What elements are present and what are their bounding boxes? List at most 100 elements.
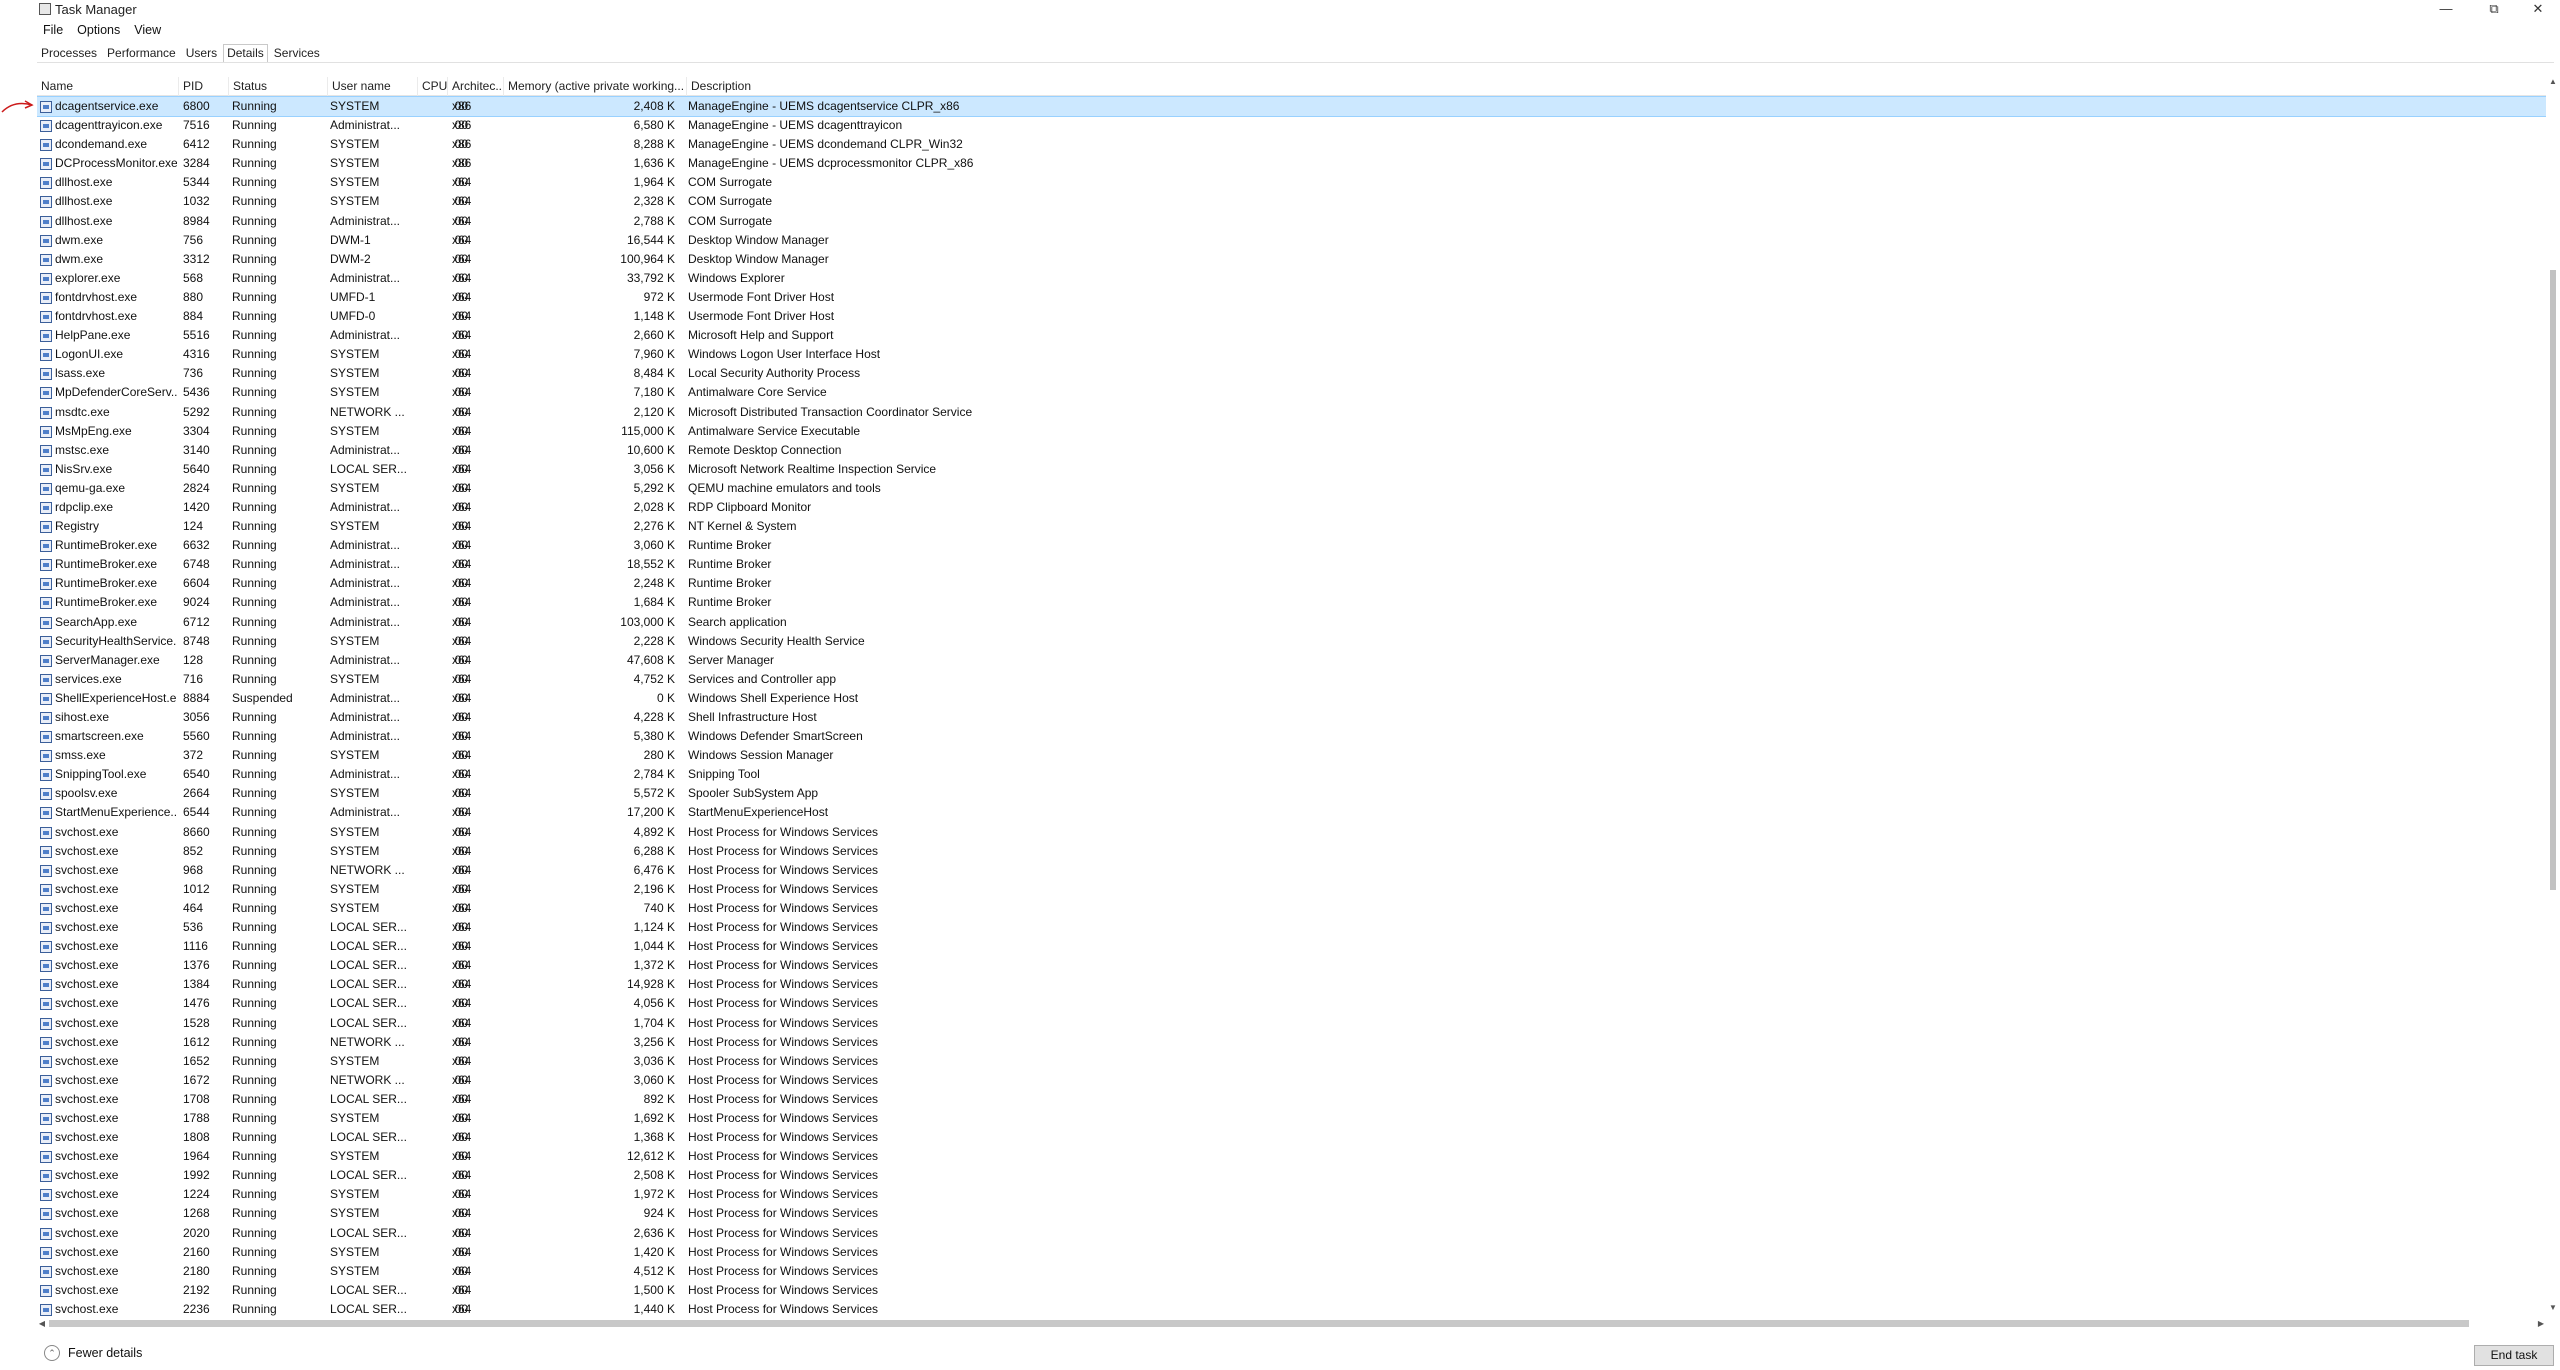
menu-file[interactable]: File — [36, 21, 70, 39]
col-header-name[interactable]: Name — [37, 77, 179, 96]
table-row[interactable]: dwm.exe 756 Running DWM-1 00 x64 16,544 K Deskt… — [37, 231, 2546, 250]
table-row[interactable]: dcagenttrayicon.exe 7516 Running Administra… — [37, 116, 2546, 135]
col-header-architecture[interactable]: Architec... — [448, 77, 504, 96]
fewer-details-button[interactable]: ⌃ Fewer details — [44, 1345, 142, 1361]
table-row[interactable]: fontdrvhost.exe 880 Running UMFD-1 00 x64 972 … — [37, 288, 2546, 307]
table-row[interactable]: svchost.exe 1012 Running SYSTEM 00 x64 2,196 K… — [37, 880, 2546, 899]
process-icon — [40, 406, 52, 419]
process-icon — [40, 979, 52, 992]
table-row[interactable]: svchost.exe 2180 Running SYSTEM 00 x64 4,512 K… — [37, 1262, 2546, 1281]
process-pid: 5292 — [183, 404, 210, 419]
table-row[interactable]: fontdrvhost.exe 884 Running UMFD-0 00 x64 1,14… — [37, 307, 2546, 326]
table-row[interactable]: svchost.exe 536 Running LOCAL SER... 00 x64 1,… — [37, 918, 2546, 937]
table-row[interactable]: svchost.exe 1808 Running LOCAL SER... 00 x64 1… — [37, 1128, 2546, 1147]
menu-options[interactable]: Options — [70, 21, 127, 39]
table-row[interactable]: dllhost.exe 5344 Running SYSTEM 00 x64 1,964 K… — [37, 173, 2546, 192]
table-row[interactable]: services.exe 716 Running SYSTEM 00 x64 4,752 K… — [37, 670, 2546, 689]
table-row[interactable]: Registry 124 Running SYSTEM 00 x64 2,276 K NT K… — [37, 517, 2546, 536]
col-header-cpu[interactable]: CPU — [418, 77, 448, 96]
horizontal-scrollbar[interactable]: ◀ ▶ — [37, 1318, 2546, 1329]
process-name: dcagenttrayicon.exe — [55, 118, 163, 133]
vertical-scrollbar[interactable]: ▲ ▼ — [2548, 77, 2558, 1317]
tab-users[interactable]: Users — [182, 44, 221, 63]
table-row[interactable]: svchost.exe 1612 Running NETWORK ... 00 x64 3,… — [37, 1033, 2546, 1052]
table-row[interactable]: dwm.exe 3312 Running DWM-2 00 x64 100,964 K Des… — [37, 250, 2546, 269]
scroll-left-icon[interactable]: ◀ — [37, 1318, 47, 1329]
table-row[interactable]: NisSrv.exe 5640 Running LOCAL SER... 00 x64 3,… — [37, 460, 2546, 479]
table-row[interactable]: SnippingTool.exe 6540 Running Administrat..… — [37, 765, 2546, 784]
table-row[interactable]: DCProcessMonitor.exe 3284 Running SYSTEM 00 x… — [37, 154, 2546, 173]
tab-details[interactable]: Details — [223, 44, 268, 63]
end-task-button[interactable]: End task — [2474, 1345, 2554, 1366]
table-row[interactable]: MpDefenderCoreServ... 5436 Running SYSTEM 00… — [37, 383, 2546, 402]
restore-icon[interactable]: ⧉ — [2474, 0, 2514, 18]
table-row[interactable]: ShellExperienceHost.e... 8884 Suspended Adm… — [37, 689, 2546, 708]
table-row[interactable]: SecurityHealthService... 8748 Running SYSTE… — [37, 632, 2546, 651]
table-row[interactable]: svchost.exe 968 Running NETWORK ... 00 x64 6,4… — [37, 861, 2546, 880]
table-row[interactable]: svchost.exe 2020 Running LOCAL SER... 00 x64 2… — [37, 1224, 2546, 1243]
table-header: ⌃ Name PID Status User name CPU Architec… — [37, 77, 2546, 96]
table-row[interactable]: svchost.exe 1376 Running LOCAL SER... 00 x64 1… — [37, 956, 2546, 975]
table-row[interactable]: RuntimeBroker.exe 6748 Running Administrat.… — [37, 555, 2546, 574]
minimize-icon[interactable]: — — [2426, 0, 2466, 18]
table-row[interactable]: ServerManager.exe 128 Running Administrat..… — [37, 651, 2546, 670]
table-row[interactable]: svchost.exe 1384 Running LOCAL SER... 00 x64 1… — [37, 975, 2546, 994]
table-row[interactable]: mstsc.exe 3140 Running Administrat... 00 x64 1… — [37, 441, 2546, 460]
scroll-down-icon[interactable]: ▼ — [2548, 1303, 2558, 1313]
table-row[interactable]: svchost.exe 1964 Running SYSTEM 00 x64 12,612 … — [37, 1147, 2546, 1166]
table-row[interactable]: svchost.exe 464 Running SYSTEM 00 x64 740 K Hos… — [37, 899, 2546, 918]
table-row[interactable]: lsass.exe 736 Running SYSTEM 00 x64 8,484 K Loc… — [37, 364, 2546, 383]
table-row[interactable]: RuntimeBroker.exe 6604 Running Administrat.… — [37, 574, 2546, 593]
table-row[interactable]: svchost.exe 1672 Running NETWORK ... 00 x64 3,… — [37, 1071, 2546, 1090]
table-row[interactable]: dllhost.exe 1032 Running SYSTEM 00 x64 2,328 K… — [37, 192, 2546, 211]
col-header-status[interactable]: Status — [229, 77, 328, 96]
table-row[interactable]: svchost.exe 1528 Running LOCAL SER... 00 x64 1… — [37, 1014, 2546, 1033]
tab-processes[interactable]: Processes — [37, 44, 101, 63]
table-row[interactable]: RuntimeBroker.exe 9024 Running Administrat.… — [37, 593, 2546, 612]
table-row[interactable]: smartscreen.exe 5560 Running Administrat...… — [37, 727, 2546, 746]
table-row[interactable]: svchost.exe 1992 Running LOCAL SER... 00 x64 2… — [37, 1166, 2546, 1185]
tab-performance[interactable]: Performance — [103, 44, 180, 63]
table-row[interactable]: HelpPane.exe 5516 Running Administrat... 00 x… — [37, 326, 2546, 345]
vertical-scroll-thumb[interactable] — [2550, 270, 2556, 890]
table-row[interactable]: sihost.exe 3056 Running Administrat... 00 x64… — [37, 708, 2546, 727]
scroll-up-icon[interactable]: ▲ — [2548, 77, 2558, 87]
table-row[interactable]: svchost.exe 8660 Running SYSTEM 00 x64 4,892 K… — [37, 823, 2546, 842]
table-row[interactable]: msdtc.exe 5292 Running NETWORK ... 00 x64 2,12… — [37, 403, 2546, 422]
table-row[interactable]: svchost.exe 1224 Running SYSTEM 00 x64 1,972 K… — [37, 1185, 2546, 1204]
table-row[interactable]: LogonUI.exe 4316 Running SYSTEM 00 x64 7,960 K… — [37, 345, 2546, 364]
table-row[interactable]: StartMenuExperience... 6544 Running Adminis… — [37, 803, 2546, 822]
horizontal-scroll-thumb[interactable] — [49, 1320, 2469, 1327]
table-row[interactable]: svchost.exe 1476 Running LOCAL SER... 00 x64 4… — [37, 994, 2546, 1013]
table-row[interactable]: svchost.exe 1116 Running LOCAL SER... 00 x64 1… — [37, 937, 2546, 956]
col-header-memory[interactable]: Memory (active private working... — [504, 77, 687, 96]
table-row[interactable]: svchost.exe 2236 Running LOCAL SER... 00 x64 1… — [37, 1300, 2546, 1319]
table-row[interactable]: SearchApp.exe 6712 Running Administrat... 00… — [37, 613, 2546, 632]
col-header-pid[interactable]: PID — [179, 77, 229, 96]
window-title: Task Manager — [55, 2, 137, 17]
table-row[interactable]: svchost.exe 1788 Running SYSTEM 00 x64 1,692 K… — [37, 1109, 2546, 1128]
table-row[interactable]: svchost.exe 1708 Running LOCAL SER... 00 x64 8… — [37, 1090, 2546, 1109]
table-row[interactable]: explorer.exe 568 Running Administrat... 00 x6… — [37, 269, 2546, 288]
table-row[interactable]: dcagentservice.exe 6800 Running SYSTEM 00 x86… — [37, 95, 2546, 118]
table-row[interactable]: svchost.exe 2192 Running LOCAL SER... 00 x64 1… — [37, 1281, 2546, 1300]
process-architecture: x64 — [452, 270, 472, 285]
table-row[interactable]: svchost.exe 2160 Running SYSTEM 00 x64 1,420 K… — [37, 1243, 2546, 1262]
table-row[interactable]: dcondemand.exe 6412 Running SYSTEM 00 x86 8,28… — [37, 135, 2546, 154]
menu-view[interactable]: View — [127, 21, 168, 39]
col-header-description[interactable]: Description — [687, 77, 2546, 96]
close-icon[interactable]: ✕ — [2518, 0, 2558, 18]
table-row[interactable]: spoolsv.exe 2664 Running SYSTEM 00 x64 5,572 K… — [37, 784, 2546, 803]
table-row[interactable]: dllhost.exe 8984 Running Administrat... 00 x6… — [37, 212, 2546, 231]
tab-services[interactable]: Services — [270, 44, 324, 63]
table-row[interactable]: MsMpEng.exe 3304 Running SYSTEM 00 x64 115,000… — [37, 422, 2546, 441]
table-row[interactable]: RuntimeBroker.exe 6632 Running Administrat.… — [37, 536, 2546, 555]
col-header-username[interactable]: User name — [328, 77, 418, 96]
table-row[interactable]: qemu-ga.exe 2824 Running SYSTEM 00 x64 5,292 K… — [37, 479, 2546, 498]
table-row[interactable]: smss.exe 372 Running SYSTEM 00 x64 280 K Window… — [37, 746, 2546, 765]
table-row[interactable]: rdpclip.exe 1420 Running Administrat... 00 x6… — [37, 498, 2546, 517]
table-row[interactable]: svchost.exe 852 Running SYSTEM 00 x64 6,288 KH… — [37, 842, 2546, 861]
scroll-right-icon[interactable]: ▶ — [2536, 1318, 2546, 1329]
table-row[interactable]: svchost.exe 1268 Running SYSTEM 00 x64 924 K Ho… — [37, 1204, 2546, 1223]
table-row[interactable]: svchost.exe 1652 Running SYSTEM 00 x64 3,036 K… — [37, 1052, 2546, 1071]
